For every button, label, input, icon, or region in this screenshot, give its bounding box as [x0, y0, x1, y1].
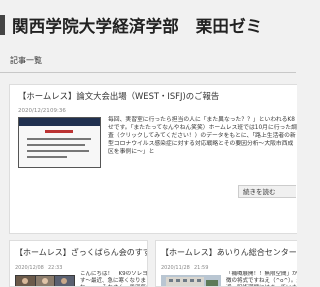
post-date: 2020/12/21 — [18, 108, 50, 114]
thumbnail-heading-line — [45, 130, 73, 133]
site-header: 関西学院大学経済学部 栗田ゼミ — [0, 8, 296, 42]
read-more-button[interactable]: 続きを読む — [238, 185, 296, 198]
post-title[interactable]: 【ホームレス】あいりん総合センターの現在 — [161, 247, 297, 258]
post-thumbnail[interactable] — [161, 273, 221, 286]
post-card: 【ホームレス】ざっくばらん会のすすめ 2020/12/08 22:33 こんにち… — [9, 240, 148, 287]
post-time: 21:59 — [194, 265, 209, 271]
thumbnail-text-line — [27, 138, 91, 140]
post-excerpt: 「補喊展開！！無限空間」が象徴の将式ですねえ（^o^）。最近、呪術廻戦にはまって… — [226, 271, 297, 286]
post-date: 2020/11/28 — [161, 265, 190, 271]
logo-bar-icon — [0, 15, 5, 35]
post-title[interactable]: 【ホームレス】ざっくばらん会のすすめ — [15, 247, 147, 258]
video-call-photo — [15, 275, 75, 286]
thumbnail-header-bar — [19, 118, 100, 126]
site-title[interactable]: 関西学院大学経済学部 栗田ゼミ — [12, 13, 263, 37]
post-title[interactable]: 【ホームレス】論文大会出場（WEST・ISFJ)のご報告 — [18, 90, 219, 102]
tab-article-list[interactable]: 記事一覧 — [8, 55, 44, 70]
post-thumbnail[interactable] — [18, 117, 101, 168]
post-thumbnail[interactable] — [15, 273, 75, 286]
nav-bar: 記事一覧 — [0, 50, 296, 73]
thumbnail-text-line — [27, 144, 85, 146]
post-card: 【ホームレス】あいりん総合センターの現在 2020/11/28 21:59 「補… — [155, 240, 297, 287]
thumbnail-text-line — [27, 150, 89, 152]
post-date: 2020/12/08 — [15, 265, 44, 271]
post-excerpt: 毎回、実習室に行ったら担当の人に「また異なった？？」といわれるK8 せです。「ま… — [108, 117, 297, 155]
thumbnail-text-line — [27, 156, 67, 158]
post-time: 22:33 — [48, 265, 63, 271]
building-photo — [161, 275, 221, 286]
post-time: 09:36 — [50, 108, 66, 114]
featured-post-card: 【ホームレス】論文大会出場（WEST・ISFJ)のご報告 2020/12/21 … — [9, 84, 297, 234]
post-excerpt: こんにちは！ K9のソレヨコです～最近、急に寒くなりましたね・・・みなさん、風邪… — [80, 271, 148, 286]
